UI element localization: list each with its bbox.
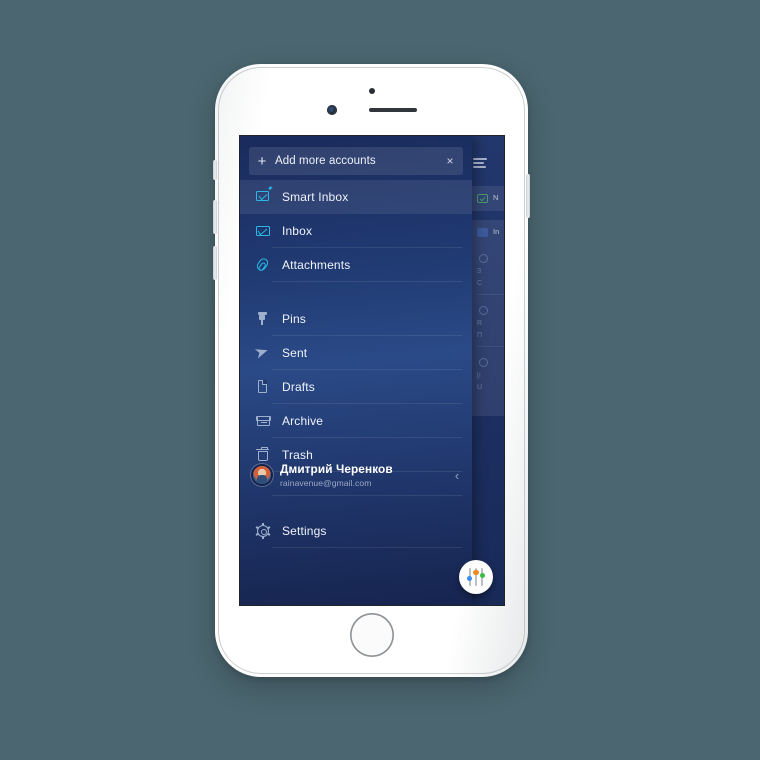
- sidebar-item-label: Archive: [282, 414, 324, 428]
- list-item[interactable]: R: [477, 320, 482, 327]
- volume-up-button[interactable]: [213, 200, 217, 234]
- smart-inbox-icon: [253, 185, 279, 205]
- sidebar-item-inbox[interactable]: Inbox: [240, 214, 472, 248]
- list-divider: [477, 294, 504, 295]
- filter-sliders-button[interactable]: [459, 560, 493, 594]
- account-email: rainavenue@gmail.com: [280, 478, 372, 488]
- volume-down-button[interactable]: [213, 246, 217, 280]
- list-item[interactable]: З: [477, 268, 481, 275]
- sidebar-item-label: Attachments: [282, 258, 351, 272]
- sidebar-item-label: Smart Inbox: [282, 190, 349, 204]
- home-button[interactable]: [349, 613, 394, 657]
- proximity-sensor-icon: [368, 88, 375, 94]
- settings-row-wrap: Settings: [240, 514, 472, 548]
- document-icon: [253, 379, 279, 395]
- list-item[interactable]: [i: [477, 372, 481, 379]
- chevron-left-icon[interactable]: ‹: [442, 468, 472, 483]
- navigation-drawer: + Add more accounts × Smart Inbox Inbox: [240, 136, 472, 605]
- sidebar-item-label: Sent: [282, 346, 308, 360]
- slider-thumb-green: [479, 572, 485, 578]
- gear-icon: [253, 523, 279, 539]
- item-divider: [272, 281, 462, 282]
- hamburger-menu-icon[interactable]: [473, 158, 487, 168]
- list-divider: [477, 346, 504, 347]
- list-item-avatar: [479, 306, 488, 315]
- archive-icon: [253, 413, 279, 429]
- plus-icon: +: [257, 152, 267, 170]
- list-item[interactable]: С: [477, 280, 482, 287]
- silent-switch[interactable]: [213, 160, 217, 180]
- slider-thumb-blue: [467, 576, 473, 582]
- slider-thumb-orange: [473, 569, 479, 575]
- account-text: Дмитрий Черенков rainavenue@gmail.com: [280, 462, 442, 488]
- sidebar-item-drafts[interactable]: Drafts: [240, 370, 472, 404]
- mail-panel-card-inbox[interactable]: In З С R П [i U: [469, 220, 504, 416]
- envelope-icon: [253, 223, 279, 239]
- front-camera-icon: [327, 105, 337, 115]
- screenshot-canvas: N In З С R П [i U + Add more accounts × …: [0, 0, 760, 760]
- earpiece-speaker: [369, 108, 417, 112]
- sidebar-item-sent[interactable]: Sent: [240, 336, 472, 370]
- phone-screen: N In З С R П [i U + Add more accounts × …: [240, 136, 504, 605]
- sidebar-item-smart-inbox[interactable]: Smart Inbox: [240, 180, 472, 214]
- drawer-nav-list: Smart Inbox Inbox Attachments: [240, 180, 472, 472]
- list-item[interactable]: U: [477, 384, 482, 391]
- nav-group-gap: [240, 282, 472, 302]
- power-button[interactable]: [526, 174, 530, 218]
- send-icon: [253, 345, 279, 361]
- sidebar-item-archive[interactable]: Archive: [240, 404, 472, 438]
- new-mail-icon: [477, 194, 488, 203]
- mail-panel-card-inbox-label: In: [493, 227, 500, 236]
- sidebar-item-label: Pins: [282, 312, 306, 326]
- account-divider: [272, 495, 462, 496]
- sidebar-item-settings[interactable]: Settings: [240, 514, 472, 548]
- list-item-avatar: [479, 254, 488, 263]
- sidebar-item-label: Settings: [282, 524, 327, 538]
- paperclip-icon: [253, 256, 279, 273]
- sidebar-item-attachments[interactable]: Attachments: [240, 248, 472, 282]
- list-item-avatar: [479, 358, 488, 367]
- mail-panel-card-new[interactable]: N: [469, 186, 504, 211]
- sidebar-item-label: Drafts: [282, 380, 315, 394]
- inbox-icon: [477, 228, 488, 237]
- avatar: [253, 466, 271, 484]
- account-name: Дмитрий Черенков: [280, 462, 393, 476]
- pin-icon: [253, 311, 279, 327]
- add-more-accounts-button[interactable]: + Add more accounts ×: [249, 147, 463, 175]
- sidebar-item-label: Inbox: [282, 224, 313, 238]
- sidebar-item-pins[interactable]: Pins: [240, 302, 472, 336]
- account-row[interactable]: Дмитрий Черенков rainavenue@gmail.com ‹: [240, 454, 472, 496]
- mail-panel-card-new-label: N: [493, 193, 499, 202]
- list-item[interactable]: П: [477, 332, 482, 339]
- add-more-accounts-label: Add more accounts: [275, 155, 376, 167]
- close-icon[interactable]: ×: [437, 155, 463, 167]
- item-divider: [272, 547, 462, 548]
- smartphone-device: N In З С R П [i U + Add more accounts × …: [213, 64, 530, 677]
